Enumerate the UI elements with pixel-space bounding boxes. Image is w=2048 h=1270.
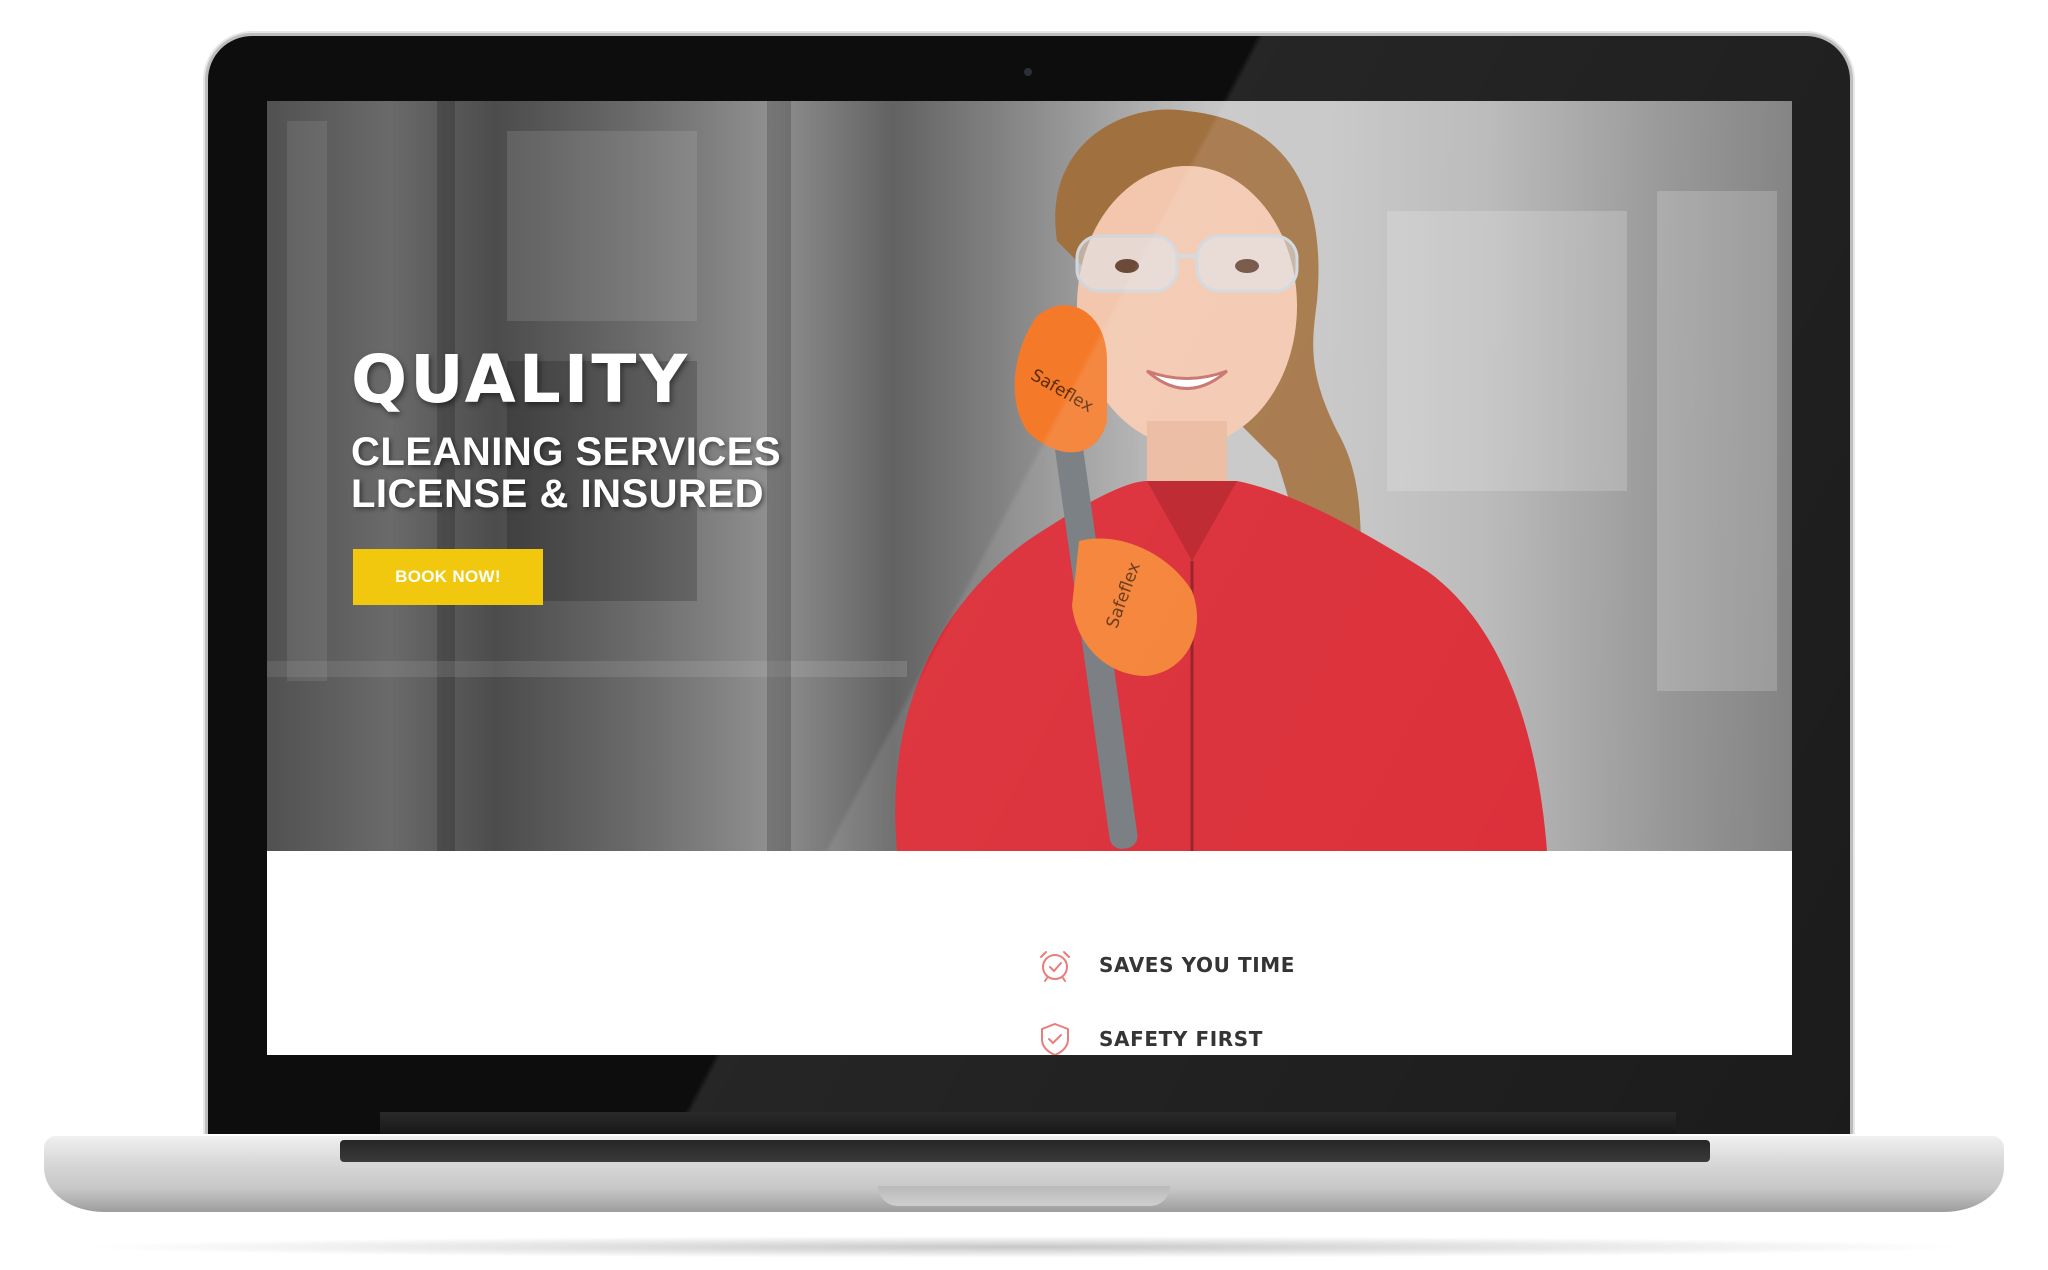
shield-check-icon	[1041, 1022, 1069, 1055]
hero-subtitle: CLEANING SERVICES LICENSE & INSURED	[351, 431, 781, 515]
feature-item: SAFETY FIRST	[1037, 1021, 1263, 1055]
laptop-notch	[878, 1186, 1170, 1206]
alarm-clock-icon	[1040, 951, 1070, 982]
hero-subtitle-line: CLEANING SERVICES	[351, 430, 782, 474]
website-screen: Safeflex Safeflex QUALITY CLEANING SERVI…	[267, 101, 1792, 1055]
hero-banner: Safeflex Safeflex QUALITY CLEANING SERVI…	[267, 101, 1792, 851]
laptop-shadow	[70, 1236, 1978, 1258]
feature-item: SAVES YOU TIME	[1037, 947, 1295, 983]
hero-subtitle-line: LICENSE & INSURED	[351, 472, 764, 516]
feature-label: SAVES YOU TIME	[1099, 953, 1296, 977]
feature-label: SAFETY FIRST	[1099, 1027, 1264, 1051]
hero-title: QUALITY	[351, 341, 691, 418]
keyboard-edge	[340, 1140, 1710, 1162]
book-now-button[interactable]: BOOK NOW!	[353, 549, 543, 605]
camera-icon	[1024, 68, 1032, 76]
laptop-mockup: Safeflex Safeflex QUALITY CLEANING SERVI…	[0, 0, 2048, 1270]
